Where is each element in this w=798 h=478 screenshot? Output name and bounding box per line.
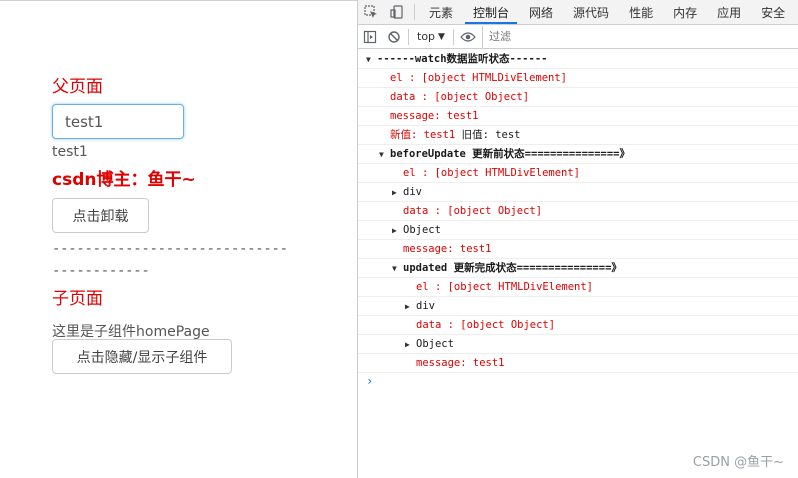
devtools-tab[interactable]: 网络 xyxy=(519,0,563,24)
console-log-row: 新值: test1 旧值: test xyxy=(358,126,798,145)
inspect-icon[interactable] xyxy=(358,0,384,24)
console-text: data : [object Object] xyxy=(403,205,543,217)
console-log-row: message: test1 xyxy=(358,107,798,126)
devtools-tab[interactable]: 元素 xyxy=(419,0,463,24)
divider-text: ----------------------------------------… xyxy=(52,241,288,279)
console-log-row: el : [object HTMLDivElement] xyxy=(358,69,798,88)
old-value-text: 旧值: test xyxy=(461,129,521,141)
chevron-down-icon: ▼ xyxy=(438,31,445,42)
parent-page-title: 父页面 xyxy=(52,77,103,97)
new-value-text: 新值: test1 xyxy=(390,129,462,141)
devtools-tab[interactable]: 控制台 xyxy=(463,0,519,24)
app-pane: 父页面 test1 csdn博主：鱼干~ 点击卸载 --------------… xyxy=(0,0,357,478)
device-toolbar-icon[interactable] xyxy=(384,0,410,24)
console-prompt[interactable]: › xyxy=(366,374,373,388)
collapsed-triangle-icon: ▶ xyxy=(392,226,397,235)
clear-console-icon[interactable] xyxy=(382,25,406,49)
console-text: el : [object HTMLDivElement] xyxy=(403,167,581,179)
eye-icon[interactable] xyxy=(456,25,480,49)
expanded-triangle-icon: ▼ xyxy=(392,264,397,273)
console-log-row: data : [object Object] xyxy=(358,202,798,221)
console-log-row: el : [object HTMLDivElement] xyxy=(358,164,798,183)
tab-separator xyxy=(414,4,415,20)
child-component-text: 这里是子组件homePage xyxy=(52,324,210,340)
console-expandable-row[interactable]: ▶ Object xyxy=(358,335,798,354)
console-text: message: test1 xyxy=(390,110,479,122)
console-expandable-row[interactable]: ▼ ------watch数据监听状态------ xyxy=(358,50,798,69)
context-selector[interactable]: top ▼ xyxy=(411,25,451,49)
message-echo-text: test1 xyxy=(52,144,88,160)
collapsed-triangle-icon: ▶ xyxy=(392,188,397,197)
console-log-row: message: test1 xyxy=(358,240,798,259)
console-expandable-row[interactable]: ▶ div xyxy=(358,183,798,202)
console-text: message: test1 xyxy=(403,243,492,255)
context-label: top xyxy=(417,30,436,43)
console-expandable-row[interactable]: ▶ Object xyxy=(358,221,798,240)
console-log-row: el : [object HTMLDivElement] xyxy=(358,278,798,297)
sidebar-icon[interactable] xyxy=(358,25,382,49)
child-page-title: 子页面 xyxy=(52,289,103,309)
collapsed-triangle-icon: ▶ xyxy=(405,302,410,311)
console-text: el : [object HTMLDivElement] xyxy=(416,281,594,293)
console-expandable-row[interactable]: ▶ div xyxy=(358,297,798,316)
expanded-triangle-icon: ▼ xyxy=(366,55,371,64)
expanded-triangle-icon: ▼ xyxy=(379,150,384,159)
console-expandable-row[interactable]: ▼ updated 更新完成状态===============》 xyxy=(358,259,798,278)
blogger-label: csdn博主：鱼干~ xyxy=(52,170,196,190)
console-log-row: data : [object Object] xyxy=(358,316,798,335)
devtools-panel: 元素控制台网络源代码性能内存应用安全 top ▼ ▼ ------watch数据监… xyxy=(357,0,798,478)
unmount-button[interactable]: 点击卸载 xyxy=(52,198,149,233)
watermark: CSDN @鱼干~ xyxy=(692,455,784,470)
console-text: el : [object HTMLDivElement] xyxy=(390,72,568,84)
tab-list: 元素 控制台 网络 源代码 性能 内存 应用 安全 xyxy=(419,0,795,24)
devtools-tab[interactable]: 源代码 xyxy=(563,0,619,24)
console-text: Object xyxy=(416,338,454,350)
console-text: data : [object Object] xyxy=(416,319,556,331)
console-log-row: message: test1 xyxy=(358,354,798,373)
devtools-tab-bar: 元素 控制台 网络 源代码 性能 内存 应用 安全 xyxy=(358,0,798,25)
console-text: div xyxy=(403,186,422,198)
console-text: 新值: test1 旧值: test xyxy=(390,129,521,141)
console-expandable-row[interactable]: ▼ beforeUpdate 更新前状态===============》 xyxy=(358,145,798,164)
console-text: updated 更新完成状态===============》 xyxy=(403,262,622,274)
toolbar-separator xyxy=(408,28,409,45)
console-text: Object xyxy=(403,224,441,236)
console-filter-input[interactable] xyxy=(481,25,742,48)
console-toolbar: top ▼ xyxy=(358,25,798,49)
devtools-tab[interactable]: 安全 xyxy=(751,0,795,24)
toolbar-separator xyxy=(452,28,454,45)
console-text: data : [object Object] xyxy=(390,91,530,103)
console-text: div xyxy=(416,300,435,312)
toggle-child-button[interactable]: 点击隐藏/显示子组件 xyxy=(52,339,232,374)
devtools-tab[interactable]: 性能 xyxy=(619,0,663,24)
message-input[interactable] xyxy=(52,104,184,139)
console-output: ▼ ------watch数据监听状态------ el : [object HTM… xyxy=(358,50,798,373)
devtools-tab[interactable]: 内存 xyxy=(663,0,707,24)
devtools-tab[interactable]: 应用 xyxy=(707,0,751,24)
console-text: beforeUpdate 更新前状态===============》 xyxy=(390,148,631,160)
console-text: ------watch数据监听状态------ xyxy=(377,53,548,65)
console-log-row: data : [object Object] xyxy=(358,88,798,107)
console-text: message: test1 xyxy=(416,357,505,369)
collapsed-triangle-icon: ▶ xyxy=(405,340,410,349)
